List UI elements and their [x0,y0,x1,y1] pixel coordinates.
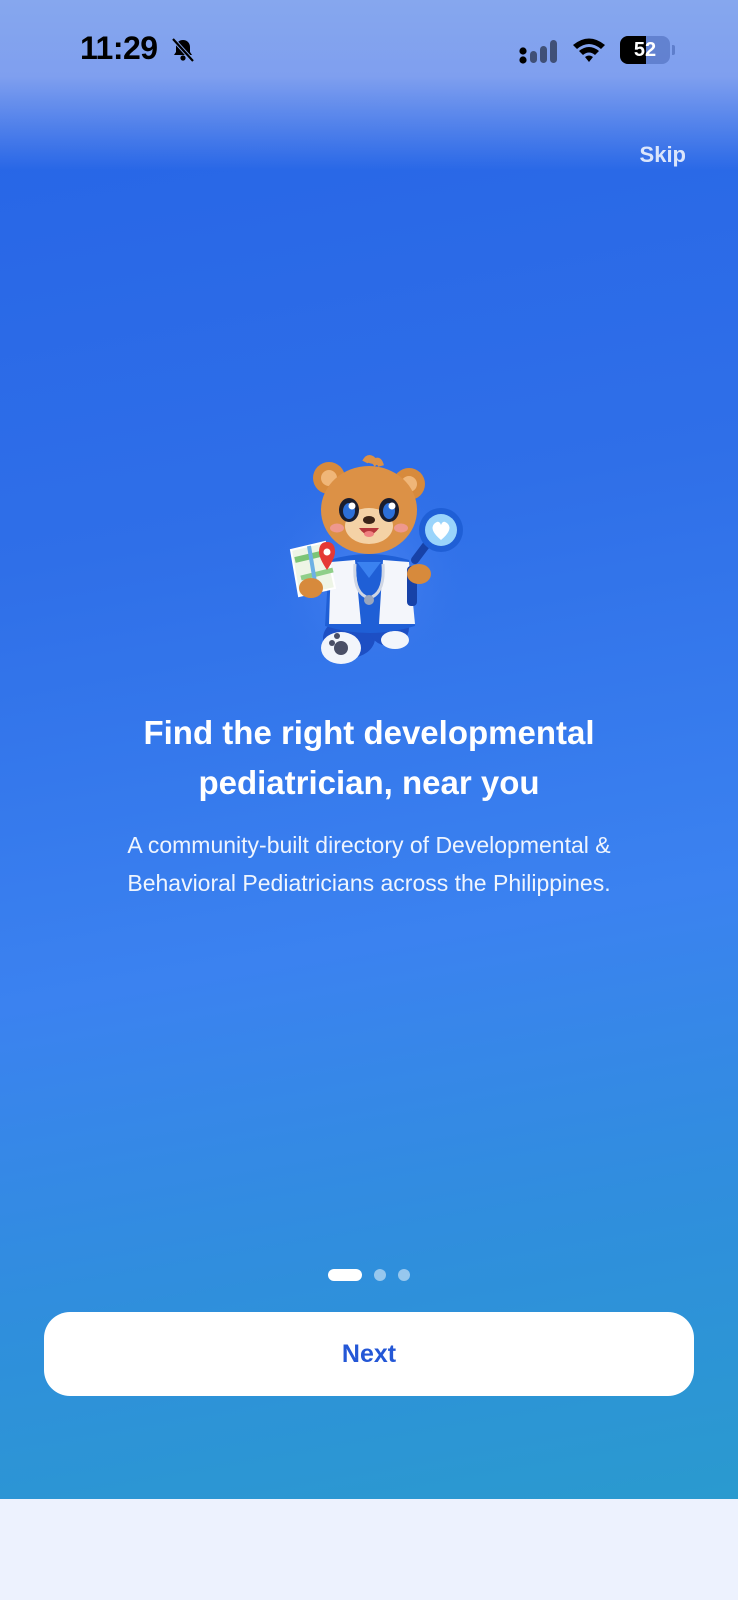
status-bar: 11:29 52 [0,0,738,100]
onboarding-title: Find the right developmental pediatricia… [143,714,595,801]
bell-slash-icon [171,37,195,63]
wifi-icon [573,38,605,62]
bear-doctor-mascot [269,455,469,672]
page-dot-1 [328,1269,362,1281]
page-indicator [0,1269,738,1281]
battery-level: 52 [633,39,657,61]
page-dot-2 [374,1269,386,1281]
battery-cap [672,45,675,55]
next-button[interactable]: Next [44,1312,694,1396]
status-time: 11:29 [80,30,158,66]
battery-icon: 52 [620,36,675,64]
cellular-signal-icon [519,40,557,64]
onboarding-description: A community-built directory of Developme… [127,832,611,896]
battery-body: 52 [620,36,670,64]
skip-button[interactable]: Skip [640,142,686,168]
onboarding-screen: 11:29 52 Skip Find the right development… [0,0,738,1499]
page-dot-3 [398,1269,410,1281]
